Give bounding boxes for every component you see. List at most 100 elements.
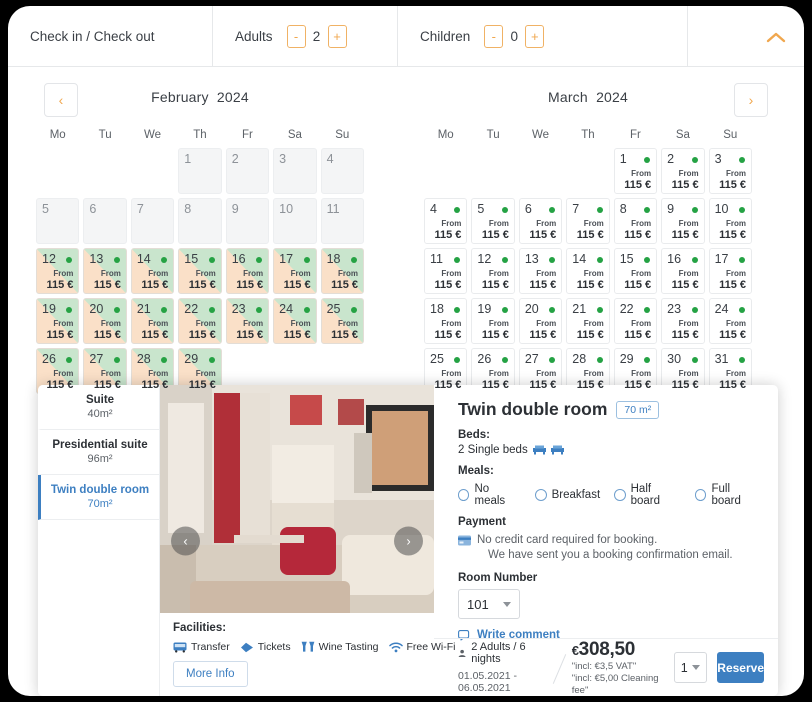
adults-decrement-button[interactable]: - xyxy=(286,24,306,48)
calendar-day-cell[interactable]: 15 From 115 € xyxy=(613,248,658,294)
weekday-su: Su xyxy=(723,129,738,141)
adults-increment-button[interactable]: + xyxy=(327,24,347,48)
day-number: 26 xyxy=(477,352,492,366)
calendar-day-cell[interactable]: 25 From 115 € xyxy=(320,298,364,344)
price-amount: 115 € xyxy=(719,379,746,391)
children-decrement-button[interactable]: - xyxy=(484,24,504,48)
gallery-previous-button[interactable]: ‹ xyxy=(171,526,200,555)
radio-circle-icon xyxy=(458,489,470,501)
price-from-label: From xyxy=(536,369,557,378)
price-amount: 115 € xyxy=(719,229,746,241)
room-type-size: 70m² xyxy=(87,498,113,510)
price-amount: 115 € xyxy=(283,279,311,291)
meal-option-label: Half board xyxy=(630,483,661,507)
price-from-label: From xyxy=(678,269,699,278)
calendar-day-cell[interactable]: 4 From 115 € xyxy=(424,198,468,244)
quantity-select[interactable]: 1 xyxy=(673,652,708,683)
calendar-day-cell[interactable]: 17 From 115 € xyxy=(273,248,317,294)
reserve-button[interactable]: Reserve xyxy=(717,652,764,683)
calendar-day-cell[interactable]: 9 From 115 € xyxy=(661,198,705,244)
calendar-day-cell[interactable]: 13 From 115 € xyxy=(83,248,127,294)
day-price: From 115 € xyxy=(141,369,168,391)
day-price: From 115 € xyxy=(719,269,746,291)
weekday-sa: Sa xyxy=(287,129,302,141)
room-type-item[interactable]: Presidential suite 96m² xyxy=(38,430,159,475)
price-from-label: From xyxy=(631,369,652,378)
meal-option-no-meals[interactable]: No meals xyxy=(458,483,521,507)
calendar-day-cell[interactable]: 8 From 115 € xyxy=(613,198,658,244)
room-type-item[interactable]: Suite 40m² xyxy=(38,385,159,430)
calendar-day-cell[interactable]: 22 From 115 € xyxy=(178,298,222,344)
more-info-button[interactable]: More Info xyxy=(173,661,248,687)
price-amount: 115 € xyxy=(576,329,604,341)
calendar-day-cell[interactable]: 1 From 115 € xyxy=(613,148,658,194)
price-from-label: From xyxy=(53,319,74,328)
calendar-day-cell[interactable]: 16 From 115 € xyxy=(661,248,705,294)
calendar-day-cell[interactable]: 5 From 115 € xyxy=(471,198,515,244)
calendar-day-cell[interactable]: 2 From 115 € xyxy=(661,148,705,194)
calendar-day-cell[interactable]: 14 From 115 € xyxy=(566,248,610,294)
availability-dot xyxy=(596,207,603,213)
calendar-day-cell[interactable]: 14 From 115 € xyxy=(130,248,175,294)
price-amount: 115 € xyxy=(481,279,509,291)
calendar-week-row: 12 From 115 €13 From 115 €14 From 115 €15 From 1… xyxy=(36,248,364,294)
cleaning-fee-note: "incl: €5,00 Cleaning fee" xyxy=(571,672,659,696)
calendar-day-cell[interactable]: 16 From 115 € xyxy=(225,248,270,294)
availability-dot xyxy=(596,307,603,313)
day-number: 6 xyxy=(89,202,97,216)
calendar-day-cell[interactable]: 24 From 115 € xyxy=(273,298,317,344)
price-from-label: From xyxy=(488,319,509,328)
gallery-next-button[interactable]: › xyxy=(394,526,423,555)
calendar-day-cell[interactable]: 19 From 115 € xyxy=(471,298,515,344)
calendar-day-cell[interactable]: 21 From 115 € xyxy=(566,298,610,344)
room-type-name: Suite xyxy=(85,394,115,406)
calendar-day-cell[interactable]: 23 From 115 € xyxy=(225,298,270,344)
calendar-day-cell[interactable]: 18 From 115 € xyxy=(424,298,468,344)
day-price: From 115 € xyxy=(141,319,168,341)
calendar-day-cell[interactable]: 12 From 115 € xyxy=(36,248,80,294)
price-from-label: From xyxy=(100,319,121,328)
children-label: Children xyxy=(420,28,471,44)
calendar-day-cell[interactable]: 3 From 115 € xyxy=(708,148,752,194)
room-number-select[interactable]: 101 xyxy=(458,589,520,619)
meal-option-half-board[interactable]: Half board xyxy=(614,483,681,507)
calendar-day-cell[interactable]: 19 From 115 € xyxy=(36,298,80,344)
room-type-item[interactable]: Twin double room 70m² xyxy=(38,475,159,520)
calendar-day-cell[interactable]: 20 From 115 € xyxy=(83,298,127,344)
calendar-day-cell[interactable]: 18 From 115 € xyxy=(320,248,364,294)
calendar-day-cell[interactable]: 17 From 115 € xyxy=(708,248,752,294)
chevron-up-icon[interactable] xyxy=(762,26,790,48)
children-increment-button[interactable]: + xyxy=(525,24,545,48)
day-number: 23 xyxy=(667,302,682,316)
facilities-section: Facilities: Transfer Tickets Wine Tasting F… xyxy=(160,613,456,696)
calendar-day-cell[interactable]: 20 From 115 € xyxy=(518,298,563,344)
calendar-day-cell[interactable]: 22 From 115 € xyxy=(613,298,658,344)
price-amount: 115 € xyxy=(624,179,652,191)
calendar-day-cell[interactable]: 7 From 115 € xyxy=(566,198,610,244)
calendar-day-cell[interactable]: 21 From 115 € xyxy=(130,298,175,344)
calendar-day-cell[interactable]: 13 From 115 € xyxy=(518,248,563,294)
calendar-day-cell[interactable]: 23 From 115 € xyxy=(661,298,705,344)
calendar-cell-empty xyxy=(83,148,126,194)
calendar-day-cell: 1 xyxy=(178,148,222,194)
availability-dot xyxy=(644,357,651,363)
meal-option-breakfast[interactable]: Breakfast xyxy=(534,489,600,501)
price-from-label: From xyxy=(441,369,462,378)
calendar-day-cell[interactable]: 11 From 115 € xyxy=(424,248,468,294)
availability-dot xyxy=(303,257,310,263)
search-bar: Check in / Check out Adults - 2 + Childr… xyxy=(8,6,804,67)
checkin-checkout-field[interactable]: Check in / Check out xyxy=(8,6,213,66)
availability-dot xyxy=(501,207,508,213)
calendar-day-cell[interactable]: 12 From 115 € xyxy=(471,248,515,294)
calendar-day-cell[interactable]: 6 From 115 € xyxy=(518,198,563,244)
calendar-day-cell[interactable]: 15 From 115 € xyxy=(178,248,222,294)
day-price: From 115 € xyxy=(435,369,462,391)
day-number: 27 xyxy=(89,352,104,366)
calendar-day-cell[interactable]: 24 From 115 € xyxy=(708,298,752,344)
day-price: From 115 € xyxy=(435,219,462,241)
meal-option-full-board[interactable]: Full board xyxy=(694,483,760,507)
calendar-day-cell[interactable]: 10 From 115 € xyxy=(708,198,752,244)
day-price: From 115 € xyxy=(672,269,699,291)
weekday-su: Su xyxy=(335,129,350,141)
availability-dot xyxy=(161,357,168,363)
